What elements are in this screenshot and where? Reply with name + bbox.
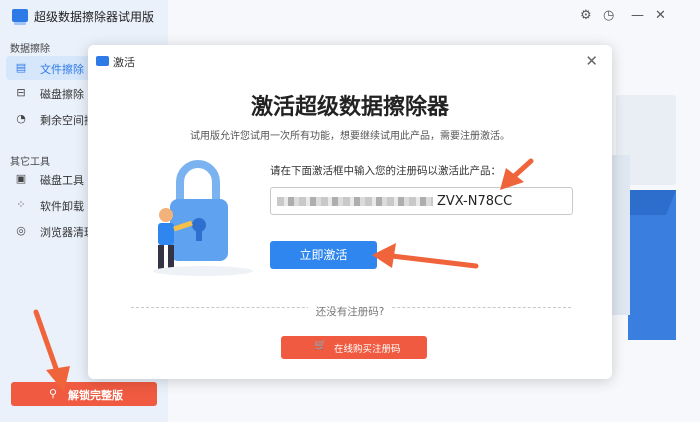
activation-prompt: 请在下面激活框中输入您的注册码以激活此产品：: [270, 165, 501, 177]
app-title: 超级数据擦除器试用版: [34, 10, 155, 24]
sidebar-item-label: 软件卸载: [40, 200, 84, 213]
toolbox-icon: ▣: [15, 172, 27, 185]
dialog-logo-icon: [96, 56, 109, 66]
app-logo-icon: [12, 9, 28, 25]
sidebar-item-label: 浏览器清理: [40, 226, 95, 239]
background-document-illustration: [610, 95, 676, 340]
dialog-subtitle: 试用版允许您试用一次所有功能，想要继续试用此产品，需要注册激活。: [190, 131, 510, 142]
minimize-button[interactable]: —: [631, 8, 644, 24]
dialog-heading: 激活超级数据擦除器: [250, 95, 449, 120]
dialog-title: 激活: [113, 56, 135, 69]
browser-icon: ◎: [16, 224, 26, 237]
no-code-text: 还没有注册码?: [307, 306, 393, 318]
lock-illustration: [153, 160, 253, 276]
file-icon: ▤: [15, 61, 27, 74]
sidebar-item-label: 磁盘工具: [40, 174, 84, 187]
license-code-visible-value: ZVX-N78CC: [437, 194, 513, 209]
unlock-full-version-button[interactable]: ⚲ 解锁完整版: [11, 382, 157, 406]
cart-icon: 🛒: [314, 340, 327, 351]
gear-icon[interactable]: ⚙: [580, 8, 592, 24]
close-button[interactable]: ✕: [655, 8, 666, 24]
unlock-label: 解锁完整版: [68, 389, 123, 402]
no-code-text-wrap: 还没有注册码?: [88, 300, 612, 319]
apps-icon: ⁘: [16, 198, 26, 211]
dialog-close-button[interactable]: ✕: [585, 52, 598, 70]
sidebar-item-label: 磁盘擦除: [40, 88, 84, 101]
buy-license-online-button[interactable]: 🛒 在线购买注册码: [281, 336, 427, 359]
activate-now-button[interactable]: 立即激活: [270, 241, 377, 269]
disk-icon: ⊟: [16, 86, 26, 99]
clock-icon[interactable]: ◷: [603, 8, 614, 24]
buy-label: 在线购买注册码: [334, 344, 401, 355]
redacted-code-segment: [277, 197, 433, 206]
section-title-erase: 数据擦除: [10, 44, 50, 55]
sidebar-item-label: 剩余空间擦: [40, 114, 95, 127]
key-icon: ⚲: [49, 387, 58, 400]
title-bar: 超级数据擦除器试用版 ⚙ ◷ — ✕: [0, 0, 700, 34]
license-code-input[interactable]: ZVX-N78CC: [270, 187, 573, 215]
clock-icon: ◔: [16, 112, 26, 125]
activation-dialog: 激活 ✕ 激活超级数据擦除器 试用版允许您试用一次所有功能，想要继续试用此产品，…: [88, 45, 612, 379]
sidebar-item-label: 文件擦除: [40, 63, 84, 76]
section-title-tools: 其它工具: [10, 157, 50, 168]
